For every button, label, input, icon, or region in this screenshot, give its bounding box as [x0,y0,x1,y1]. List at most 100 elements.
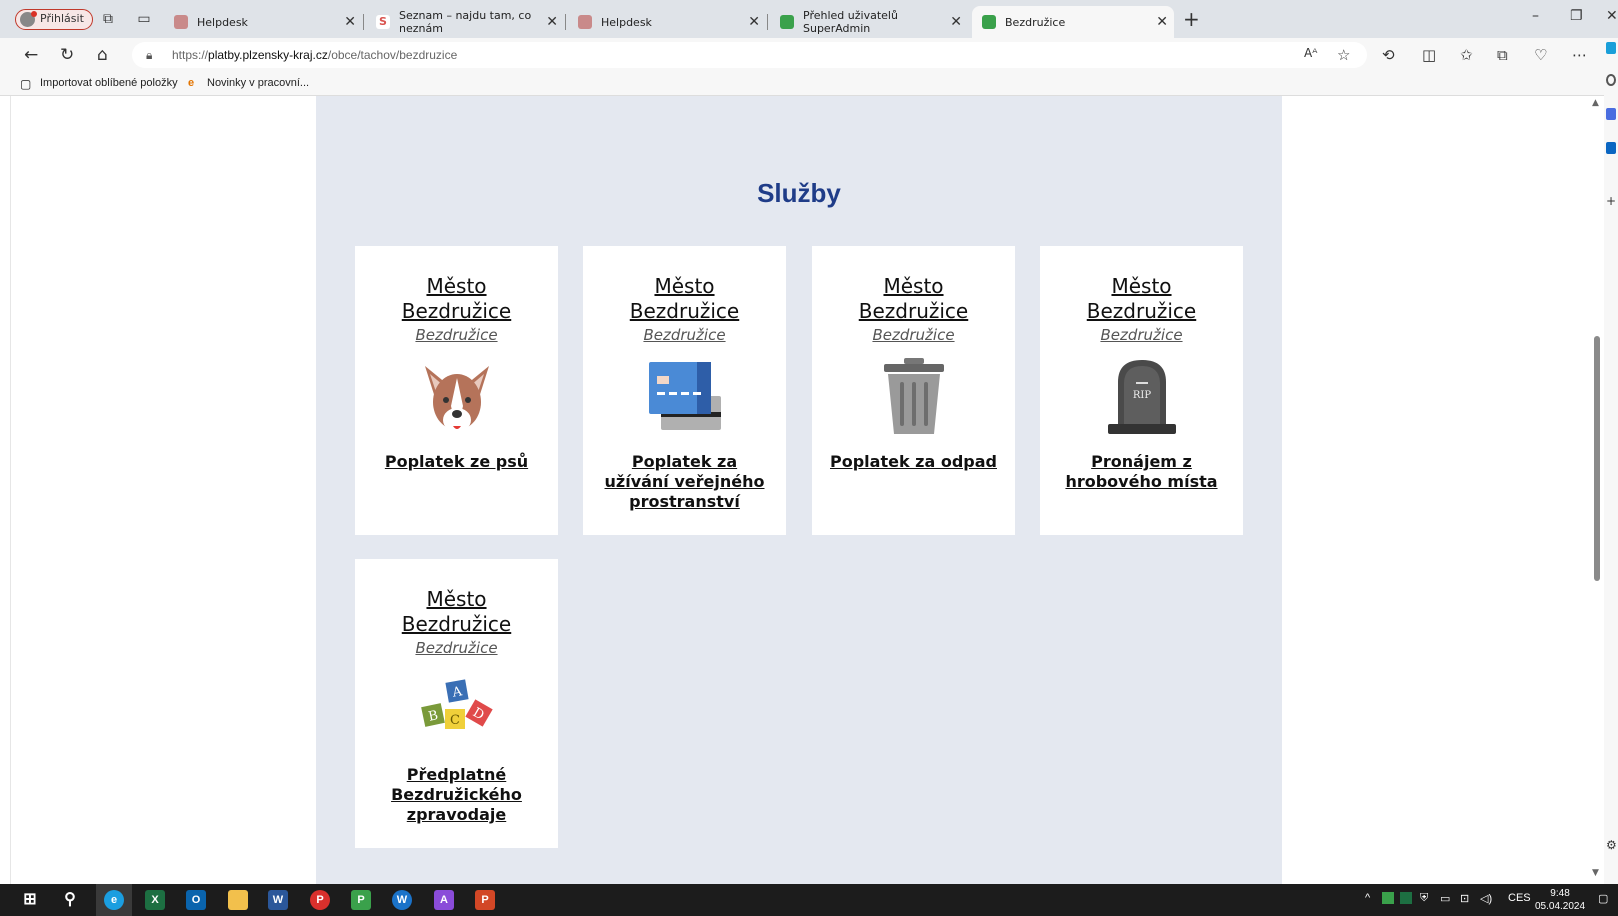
card-subtitle[interactable]: Bezdružice [812,326,1015,344]
minimize-icon[interactable]: – [1532,8,1539,24]
card-title[interactable]: Město Bezdružice [1040,274,1243,324]
card-subtitle[interactable]: Bezdružice [355,326,558,344]
tab-superadmin[interactable]: Přehled uživatelů SuperAdmin ✕ [770,6,968,38]
url-host: platby.plzensky-kraj.cz [208,48,328,62]
tray-chevron-icon[interactable]: ^ [1365,892,1370,904]
superadmin-favicon-icon [780,15,794,29]
home-icon[interactable]: ⌂ [97,45,108,65]
tray-app-icon[interactable] [1382,892,1394,904]
favorites-bar: ▢ Importovat oblíbené položky e Novinky … [0,72,1618,96]
copilot-icon[interactable] [1606,42,1616,54]
tab-seznam[interactable]: S Seznam – najdu tam, co neznám ✕ [366,6,566,38]
excel-icon[interactable]: X [145,890,165,910]
notifications-icon[interactable]: ▢ [1598,892,1608,905]
favorites-icon[interactable]: ✩ [1460,46,1473,64]
app-green-icon[interactable]: P [351,890,371,910]
close-tab-icon[interactable]: ✕ [344,14,356,30]
page-scrollbar[interactable]: ▲ ▼ [1590,96,1604,884]
clock-date: 05.04.2024 [1535,901,1586,912]
close-tab-icon[interactable]: ✕ [546,14,558,30]
edge-icon[interactable]: e [104,890,124,910]
tray-battery-icon[interactable]: ▭ [1440,892,1450,905]
outlook-icon[interactable] [1606,142,1616,154]
app-blue-icon[interactable]: W [392,890,412,910]
browser-essentials-icon[interactable]: ♡ [1534,46,1547,64]
seznam-favicon-icon: S [376,15,390,29]
page-edge [10,96,11,884]
outlook-icon[interactable]: O [186,890,206,910]
profile-label: Přihlásit [40,12,84,25]
service-link[interactable]: Předplatné Bezdružického zpravodaje [355,765,558,825]
back-icon[interactable]: ← [24,45,38,65]
close-tab-icon[interactable]: ✕ [1156,14,1168,30]
card-title[interactable]: Město Bezdružice [355,274,558,324]
add-icon[interactable]: + [1606,194,1616,208]
tray-excel-icon[interactable] [1400,892,1412,904]
close-window-icon[interactable]: ✕ [1606,8,1618,24]
clock[interactable]: 9:48 05.04.2024 [1535,887,1585,913]
favorites-item-import[interactable]: Importovat oblíbené položky [40,77,178,89]
tray-network-icon[interactable]: ⊡ [1460,892,1469,905]
service-card[interactable]: Město Bezdružice Bezdružice Poplatek za … [583,246,786,535]
file-explorer-icon[interactable] [228,890,248,910]
split-screen-icon[interactable]: ◫ [1422,46,1436,64]
search-icon[interactable] [1606,74,1616,86]
helpdesk-favicon-icon [578,15,592,29]
service-link[interactable]: Poplatek ze psů [355,452,558,472]
tray-volume-icon[interactable]: ◁) [1480,892,1492,905]
close-tab-icon[interactable]: ✕ [950,14,962,30]
favorites-item-novinky[interactable]: Novinky v pracovní... [207,77,309,89]
url-path: /obce/tachov/bezdruzice [327,48,458,62]
folder-icon: ▢ [20,77,32,91]
favorite-star-icon[interactable]: ☆ [1337,46,1350,64]
tray-shield-icon[interactable]: ⛨ [1420,892,1428,905]
card-title[interactable]: Město Bezdružice [355,587,558,637]
card-subtitle[interactable]: Bezdružice [1040,326,1243,344]
novinky-icon: e [188,77,195,89]
service-link[interactable]: Poplatek za odpad [812,452,1015,472]
profile-button[interactable]: Přihlásit [15,9,93,30]
refresh-icon[interactable]: ↻ [60,45,74,65]
word-icon[interactable]: W [268,890,288,910]
url-input[interactable]: 🔒︎ https://platby.plzensky-kraj.cz/obce/… [132,42,1367,68]
services-section: Služby Město Bezdružice Bezdružice Popla… [316,96,1282,884]
scroll-up-icon[interactable]: ▲ [1592,98,1599,108]
card-subtitle[interactable]: Bezdružice [583,326,786,344]
service-link[interactable]: Pronájem z hrobového místa [1040,452,1243,492]
service-card[interactable]: Město Bezdružice Bezdružice A B C D Před… [355,559,558,848]
tab-helpdesk-1[interactable]: Helpdesk ✕ [164,6,364,38]
service-card[interactable]: Město Bezdružice Bezdružice Poplatek za … [812,246,1015,535]
windows-start-icon[interactable]: ⊞ [20,890,40,910]
search-icon[interactable]: ⚲ [60,890,80,910]
card-subtitle[interactable]: Bezdružice [355,639,558,657]
tab-title: Helpdesk [197,15,248,29]
tab-helpdesk-2[interactable]: Helpdesk ✕ [568,6,768,38]
collections-icon[interactable]: ⧉ [1497,46,1508,64]
new-tab-icon[interactable]: + [1183,7,1200,31]
extensions-icon[interactable]: ⟲ [1382,46,1395,64]
scroll-thumb[interactable] [1594,336,1600,581]
card-title[interactable]: Město Bezdružice [583,274,786,324]
workspaces-icon[interactable]: ⧉ [100,11,116,27]
more-options-icon[interactable]: ⋯ [1572,46,1587,64]
app-purple-icon[interactable]: A [434,890,454,910]
service-card[interactable]: Město Bezdružice Bezdružice Poplatek ze … [355,246,558,535]
edge-sidebar: + ⚙ [1604,38,1618,884]
powerpoint-icon[interactable]: P [475,890,495,910]
app-p-icon[interactable]: P [310,890,330,910]
svg-text:C: C [450,713,460,728]
browser-tab-strip: Přihlásit ⧉ ▭ Helpdesk ✕ S Seznam – najd… [0,0,1618,38]
tab-bezdruzice-active[interactable]: Bezdružice ✕ [972,6,1174,38]
apps-icon[interactable] [1606,108,1616,120]
read-aloud-icon[interactable]: Aᴬ [1304,46,1317,60]
service-card[interactable]: Město Bezdružice Bezdružice RIP Pronájem… [1040,246,1243,535]
scroll-down-icon[interactable]: ▼ [1592,868,1599,878]
settings-icon[interactable]: ⚙ [1606,838,1617,852]
close-tab-icon[interactable]: ✕ [748,14,760,30]
service-link[interactable]: Poplatek za užívání veřejného prostranst… [583,452,786,512]
tab-actions-icon[interactable]: ▭ [136,11,152,27]
restore-icon[interactable]: ❐ [1570,8,1583,24]
card-title[interactable]: Město Bezdružice [812,274,1015,324]
language-indicator[interactable]: CES [1508,892,1531,904]
page-viewport: Služby Město Bezdružice Bezdružice Popla… [0,96,1590,884]
